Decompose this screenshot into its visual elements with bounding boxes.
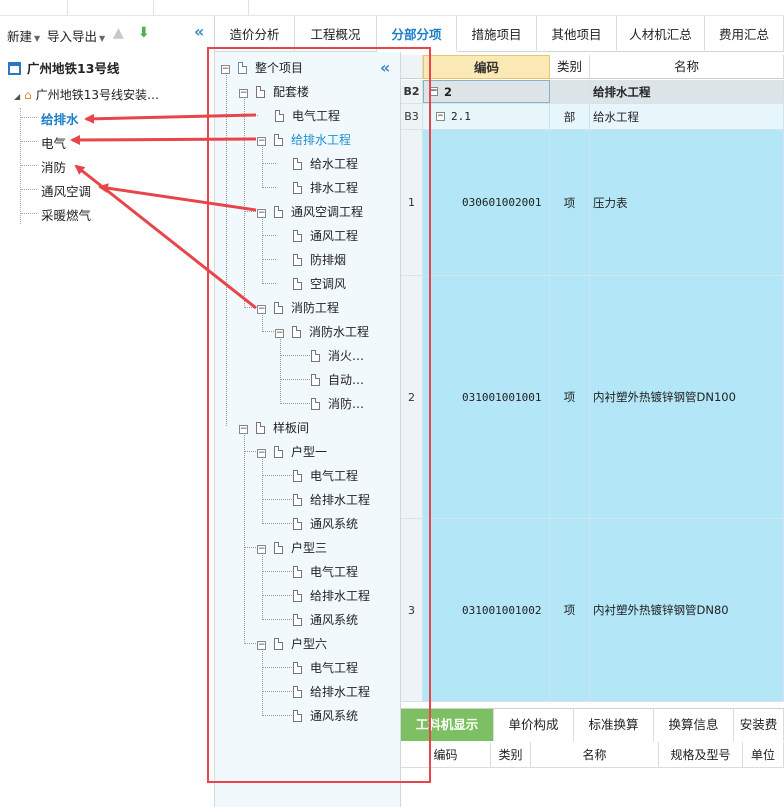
arrow-fire [74,164,257,310]
arrow-water-to-electric [70,134,257,145]
arrow-hvac [98,183,257,212]
annotation-arrows [70,113,257,310]
arrow-electric-to-water [84,113,257,124]
